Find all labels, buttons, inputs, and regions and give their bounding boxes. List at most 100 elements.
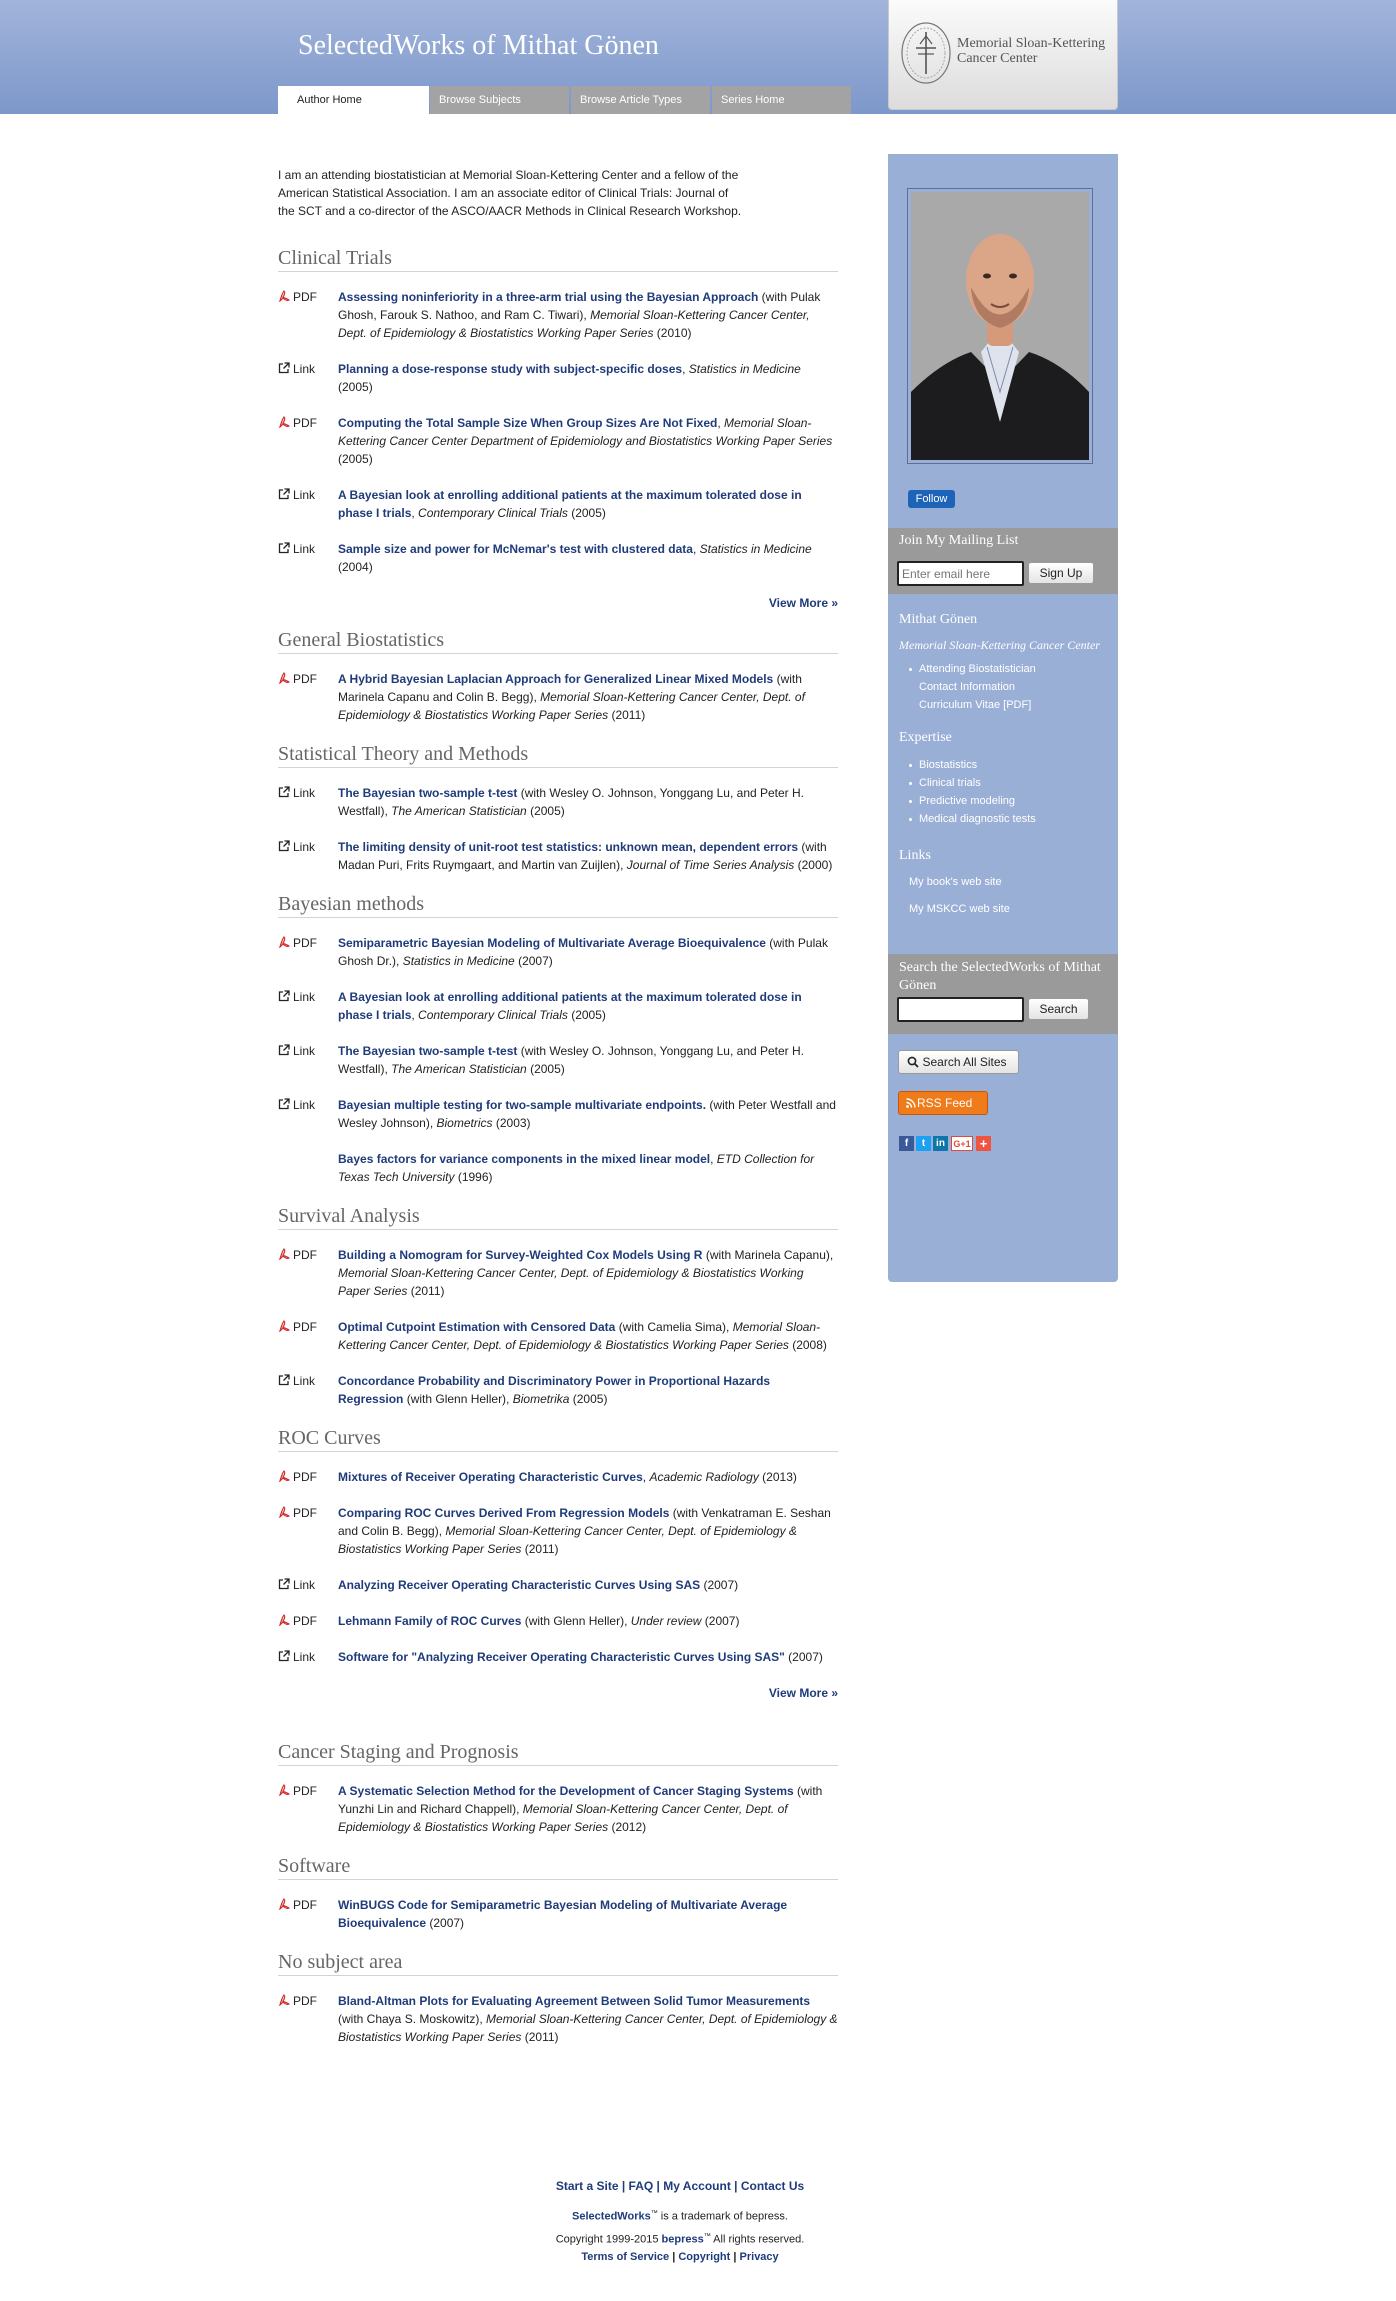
start-site-link[interactable]: Start a Site bbox=[556, 2179, 619, 2193]
expertise-item[interactable]: Clinical trials bbox=[909, 774, 1036, 792]
bepress-link[interactable]: bepress bbox=[662, 2233, 704, 2245]
publication-title-link[interactable]: The Bayesian two-sample t-test bbox=[338, 1044, 517, 1058]
entry-type[interactable]: Link bbox=[278, 1042, 336, 1060]
entry-type[interactable]: Link bbox=[278, 784, 336, 802]
entry-type[interactable]: PDF bbox=[278, 1612, 336, 1630]
publication-title-link[interactable]: WinBUGS Code for Semiparametric Bayesian… bbox=[338, 1898, 787, 1930]
entry-type[interactable]: PDF bbox=[278, 1318, 336, 1336]
publication-title-link[interactable]: Software for "Analyzing Receiver Operati… bbox=[338, 1650, 785, 1664]
publication-title-link[interactable]: A Hybrid Bayesian Laplacian Approach for… bbox=[338, 672, 773, 686]
pdf-icon bbox=[279, 1320, 290, 1332]
publication-title-link[interactable]: Lehmann Family of ROC Curves bbox=[338, 1614, 521, 1628]
publication-year: (2011) bbox=[407, 1284, 445, 1298]
search-input[interactable] bbox=[897, 997, 1024, 1022]
addthis-icon[interactable]: + bbox=[976, 1136, 991, 1151]
expertise-item[interactable]: Biostatistics bbox=[909, 756, 1036, 774]
facebook-icon[interactable]: f bbox=[899, 1136, 914, 1151]
entry-type[interactable]: PDF bbox=[278, 1468, 336, 1486]
entry-type[interactable]: Link bbox=[278, 540, 336, 558]
section: General Biostatistics PDF A Hybrid Bayesia… bbox=[278, 628, 838, 724]
publication-year: (2005) bbox=[338, 452, 373, 466]
entry-type-label: PDF bbox=[293, 416, 317, 430]
sign-up-button[interactable]: Sign Up bbox=[1028, 562, 1094, 584]
tab-browse-article-types[interactable]: Browse Article Types bbox=[571, 86, 710, 114]
entry-type[interactable]: PDF bbox=[278, 1246, 336, 1264]
entry-type[interactable]: PDF bbox=[278, 934, 336, 952]
section: Statistical Theory and Methods Link The Ba… bbox=[278, 742, 838, 874]
copyright-line: Copyright 1999-2015 bepress™ All rights … bbox=[555, 2232, 805, 2246]
search-icon bbox=[907, 1056, 919, 1068]
entry-type[interactable]: PDF bbox=[278, 670, 336, 688]
publication-title-link[interactable]: A Systematic Selection Method for the De… bbox=[338, 1784, 794, 1798]
view-more-link[interactable]: View More » bbox=[278, 596, 838, 610]
site-title[interactable]: SelectedWorks of Mithat Gönen bbox=[298, 30, 659, 62]
publication-title-link[interactable]: Computing the Total Sample Size When Gro… bbox=[338, 416, 717, 430]
links-title: Links bbox=[899, 848, 931, 863]
pdf-icon bbox=[279, 1248, 290, 1260]
publication-title-link[interactable]: Analyzing Receiver Operating Characteris… bbox=[338, 1578, 700, 1592]
terms-link[interactable]: Terms of Service bbox=[581, 2251, 669, 2263]
publication-title-link[interactable]: Bayes factors for variance components in… bbox=[338, 1152, 710, 1166]
entry-type[interactable]: PDF bbox=[278, 288, 336, 306]
publication-year: (2005) bbox=[526, 1062, 565, 1076]
book-site-link[interactable]: My book's web site bbox=[909, 876, 1002, 888]
publication-title-link[interactable]: Bayesian multiple testing for two-sample… bbox=[338, 1098, 706, 1112]
entry-type[interactable]: PDF bbox=[278, 1992, 336, 2010]
entry-type[interactable]: PDF bbox=[278, 1504, 336, 1522]
expertise-item[interactable]: Medical diagnostic tests bbox=[909, 810, 1036, 828]
mskcc-site-link[interactable]: My MSKCC web site bbox=[909, 903, 1010, 915]
expertise-item[interactable]: Predictive modeling bbox=[909, 792, 1036, 810]
section-title: Software bbox=[278, 1854, 838, 1880]
entry-type[interactable]: Link bbox=[278, 1576, 336, 1594]
publication-title-link[interactable]: Sample size and power for McNemar's test… bbox=[338, 542, 693, 556]
entry-type[interactable]: Link bbox=[278, 486, 336, 504]
entry-type[interactable]: PDF bbox=[278, 1896, 336, 1914]
entry-type[interactable]: Link bbox=[278, 1372, 336, 1390]
publication-title-link[interactable]: Assessing noninferiority in a three-arm … bbox=[338, 290, 758, 304]
view-more-link[interactable]: View More » bbox=[278, 1686, 838, 1700]
institution-logo[interactable]: Memorial Sloan-Kettering Cancer Center bbox=[888, 0, 1118, 110]
entry-type[interactable]: Link bbox=[278, 988, 336, 1006]
entry-type-label: Link bbox=[293, 1374, 316, 1388]
tab-browse-subjects[interactable]: Browse Subjects bbox=[430, 86, 569, 114]
external-link-icon bbox=[278, 1650, 290, 1662]
privacy-link[interactable]: Privacy bbox=[740, 2251, 779, 2263]
twitter-icon[interactable]: t bbox=[916, 1136, 931, 1151]
publication-title-link[interactable]: Comparing ROC Curves Derived From Regres… bbox=[338, 1506, 669, 1520]
publication-title-link[interactable]: The limiting density of unit-root test s… bbox=[338, 840, 798, 854]
faq-link[interactable]: FAQ bbox=[629, 2179, 654, 2193]
publication-title-link[interactable]: Mixtures of Receiver Operating Character… bbox=[338, 1470, 643, 1484]
linkedin-icon[interactable]: in bbox=[933, 1136, 948, 1151]
publication-title-link[interactable]: Bland-Altman Plots for Evaluating Agreem… bbox=[338, 1994, 810, 2008]
follow-button[interactable]: Follow bbox=[908, 490, 955, 508]
entry-type-label: Link bbox=[293, 1650, 316, 1664]
publication-title-link[interactable]: Optimal Cutpoint Estimation with Censore… bbox=[338, 1320, 615, 1334]
copyright-link[interactable]: Copyright bbox=[678, 2251, 730, 2263]
tab-author-home[interactable]: Author Home bbox=[278, 86, 429, 114]
entry-type[interactable]: PDF bbox=[278, 414, 336, 432]
cv-link[interactable]: Curriculum Vitae [PDF] bbox=[919, 696, 1036, 714]
contact-us-link[interactable]: Contact Us bbox=[741, 2179, 804, 2193]
email-input[interactable] bbox=[897, 561, 1024, 586]
publication-entry: Link The Bayesian two-sample t-test (with… bbox=[278, 784, 838, 820]
rss-feed-button[interactable]: RSS Feed bbox=[898, 1091, 988, 1115]
entry-type[interactable]: Link bbox=[278, 360, 336, 378]
entry-type[interactable]: PDF bbox=[278, 1782, 336, 1800]
my-account-link[interactable]: My Account bbox=[663, 2179, 731, 2193]
publication-year: (2004) bbox=[338, 560, 373, 574]
entry-type[interactable]: Link bbox=[278, 838, 336, 856]
publication-title-link[interactable]: Building a Nomogram for Survey-Weighted … bbox=[338, 1248, 702, 1262]
publication-title-link[interactable]: Planning a dose-response study with subj… bbox=[338, 362, 682, 376]
tab-series-home[interactable]: Series Home bbox=[712, 86, 851, 114]
section-title: No subject area bbox=[278, 1950, 838, 1976]
entry-type[interactable]: Link bbox=[278, 1096, 336, 1114]
publication-title-link[interactable]: Semiparametric Bayesian Modeling of Mult… bbox=[338, 936, 766, 950]
entry-type[interactable]: Link bbox=[278, 1648, 336, 1666]
search-all-sites-button[interactable]: Search All Sites bbox=[898, 1050, 1019, 1074]
publication-sections: Clinical Trials PDF Assessing noninferiori… bbox=[278, 246, 838, 2046]
contact-info-link[interactable]: Contact Information bbox=[919, 678, 1036, 696]
googleplus-icon[interactable]: G+1 bbox=[951, 1136, 973, 1151]
selectedworks-link[interactable]: SelectedWorks bbox=[572, 2211, 651, 2223]
publication-title-link[interactable]: The Bayesian two-sample t-test bbox=[338, 786, 517, 800]
search-button[interactable]: Search bbox=[1028, 998, 1089, 1020]
